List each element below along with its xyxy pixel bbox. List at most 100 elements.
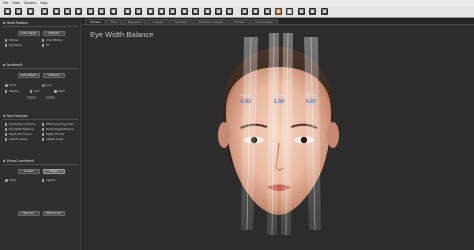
collapse-icon[interactable] bbox=[3, 64, 5, 66]
checkbox-icon[interactable] bbox=[54, 90, 57, 93]
ortho-icon[interactable] bbox=[180, 8, 188, 15]
section-title: Face Analysis bbox=[6, 114, 28, 118]
checkbox-icon[interactable] bbox=[42, 123, 45, 126]
auto-adjust-button[interactable]: Auto Adjust bbox=[17, 31, 40, 36]
axis-icon[interactable] bbox=[203, 8, 211, 15]
option-line[interactable]: Line bbox=[42, 84, 79, 87]
tab-3d-view[interactable]: 3D View bbox=[85, 19, 106, 24]
folder-icon[interactable] bbox=[26, 8, 34, 15]
remove-button[interactable]: Remove bbox=[17, 211, 40, 216]
section-title: Landmark bbox=[6, 63, 23, 67]
mesh-icon[interactable] bbox=[240, 8, 248, 15]
checkbox-icon[interactable] bbox=[5, 138, 8, 141]
scale-icon[interactable] bbox=[109, 8, 117, 15]
checkbox-icon[interactable] bbox=[5, 44, 8, 47]
radio-icon[interactable] bbox=[5, 84, 8, 87]
option-orbit-midline[interactable]: Orbit Midline bbox=[42, 39, 79, 42]
menu-help[interactable]: Help bbox=[40, 1, 47, 5]
checkbox-icon[interactable] bbox=[5, 128, 8, 131]
option-fifth-proportion[interactable]: Fifth Facial Proportion bbox=[42, 123, 79, 126]
top-view-icon[interactable] bbox=[158, 8, 166, 15]
menu-file[interactable]: File bbox=[3, 1, 8, 5]
off-toggle[interactable]: Off bbox=[45, 96, 56, 100]
option-caption[interactable]: Caption bbox=[5, 90, 30, 93]
texture-icon[interactable] bbox=[252, 8, 260, 15]
option-vitals[interactable]: Vitals bbox=[5, 179, 42, 182]
save-icon[interactable] bbox=[15, 8, 23, 15]
light-icon[interactable] bbox=[286, 8, 294, 15]
option-lateral-levels[interactable]: Lateral Levels bbox=[5, 138, 42, 141]
face-render[interactable] bbox=[83, 25, 474, 250]
rotate-icon[interactable] bbox=[98, 8, 106, 15]
checkbox-icon[interactable] bbox=[5, 90, 8, 93]
wireframe-icon[interactable] bbox=[263, 8, 271, 15]
initialize-landmark-button[interactable]: Initialize bbox=[42, 73, 65, 78]
option-facial-height-balance[interactable]: Facial Height Balance bbox=[42, 128, 79, 131]
auto-detect-button[interactable]: Auto Detect bbox=[17, 73, 40, 78]
option-depth-of-contour[interactable]: Depth Of Contour bbox=[5, 133, 42, 136]
perspective-icon[interactable] bbox=[169, 8, 177, 15]
grid-icon[interactable] bbox=[192, 8, 200, 15]
remove-all-button[interactable]: Remove All bbox=[42, 211, 65, 216]
initialize-button[interactable]: Initialize bbox=[42, 31, 65, 36]
3d-viewport[interactable]: 3D View Face Expression Compare Symmetry… bbox=[83, 19, 474, 250]
collapse-icon[interactable] bbox=[3, 115, 5, 117]
checkbox-icon[interactable] bbox=[5, 123, 8, 126]
tab-expression[interactable]: Expression bbox=[122, 19, 147, 24]
right-iris bbox=[300, 136, 308, 144]
open-icon[interactable] bbox=[4, 8, 11, 15]
front-view-icon[interactable] bbox=[123, 8, 131, 15]
redo-icon[interactable] bbox=[63, 8, 71, 15]
move-icon[interactable] bbox=[86, 8, 94, 15]
draw-button[interactable]: Draw bbox=[42, 169, 65, 174]
option-midline[interactable]: Midline bbox=[5, 39, 42, 42]
camera-icon[interactable] bbox=[41, 8, 49, 15]
checkbox-icon[interactable] bbox=[42, 44, 45, 47]
option-fh[interactable]: FH bbox=[42, 44, 79, 47]
checkbox-icon[interactable] bbox=[42, 133, 45, 136]
tab-face[interactable]: Face bbox=[106, 19, 122, 24]
option-grid[interactable]: Grid bbox=[29, 90, 55, 93]
checkbox-icon[interactable] bbox=[42, 128, 45, 131]
landmark-icon[interactable] bbox=[226, 8, 234, 15]
select-icon[interactable] bbox=[75, 8, 83, 15]
checkbox-icon[interactable] bbox=[42, 39, 45, 42]
on-toggle[interactable]: On bbox=[26, 96, 36, 100]
locate-button[interactable]: Locate bbox=[17, 169, 40, 174]
tab-3d-view-2[interactable]: 3D View bbox=[228, 19, 250, 24]
right-view-icon[interactable] bbox=[146, 8, 154, 15]
option-eye-plane[interactable]: Eye Plane bbox=[5, 44, 42, 47]
fullscreen-icon[interactable] bbox=[309, 8, 317, 15]
face-icon[interactable] bbox=[274, 8, 282, 15]
left-ear bbox=[218, 122, 230, 148]
checkbox-icon[interactable] bbox=[42, 138, 45, 141]
option-ratio[interactable]: Ratio bbox=[54, 90, 79, 93]
settings-icon[interactable] bbox=[297, 8, 305, 15]
option-vl-caption[interactable]: Caption bbox=[42, 179, 79, 182]
option-symmetry-volume[interactable]: Symmetry & Volume bbox=[5, 123, 42, 126]
tab-cephalometry[interactable]: Cephalometry bbox=[250, 19, 278, 24]
undo-icon[interactable] bbox=[52, 8, 60, 15]
menu-options[interactable]: Options bbox=[24, 1, 36, 5]
menu-view[interactable]: View bbox=[12, 1, 20, 5]
face-analysis-section: Face Analysis Symmetry & Volume Fifth Fa… bbox=[3, 114, 79, 141]
tab-compare[interactable]: Compare bbox=[147, 19, 169, 24]
tab-proportion-analysis[interactable]: Proportion Analysis bbox=[193, 19, 228, 24]
landmark-section: Landmark Auto Detect Initialize Point Li… bbox=[3, 63, 79, 100]
left-view-icon[interactable] bbox=[135, 8, 143, 15]
collapse-icon[interactable] bbox=[3, 160, 5, 162]
radio-icon[interactable] bbox=[42, 84, 45, 87]
checkbox-icon[interactable] bbox=[29, 90, 33, 93]
collapse-icon[interactable] bbox=[3, 22, 5, 24]
radio-icon[interactable] bbox=[5, 179, 8, 182]
checkbox-icon[interactable] bbox=[5, 133, 8, 136]
option-depth-of-chin[interactable]: Depth Of Chin bbox=[42, 133, 79, 136]
option-point[interactable]: Point bbox=[5, 84, 42, 87]
checkbox-icon[interactable] bbox=[5, 39, 8, 42]
option-lateral-angle[interactable]: Lateral Angle bbox=[42, 138, 79, 141]
option-eye-width-balance[interactable]: Eye Width Balance bbox=[5, 128, 42, 131]
help-icon[interactable] bbox=[320, 8, 328, 15]
measure-icon[interactable] bbox=[215, 8, 223, 15]
tab-symmetry[interactable]: Symmetry bbox=[169, 19, 193, 24]
checkbox-icon[interactable] bbox=[42, 179, 45, 182]
